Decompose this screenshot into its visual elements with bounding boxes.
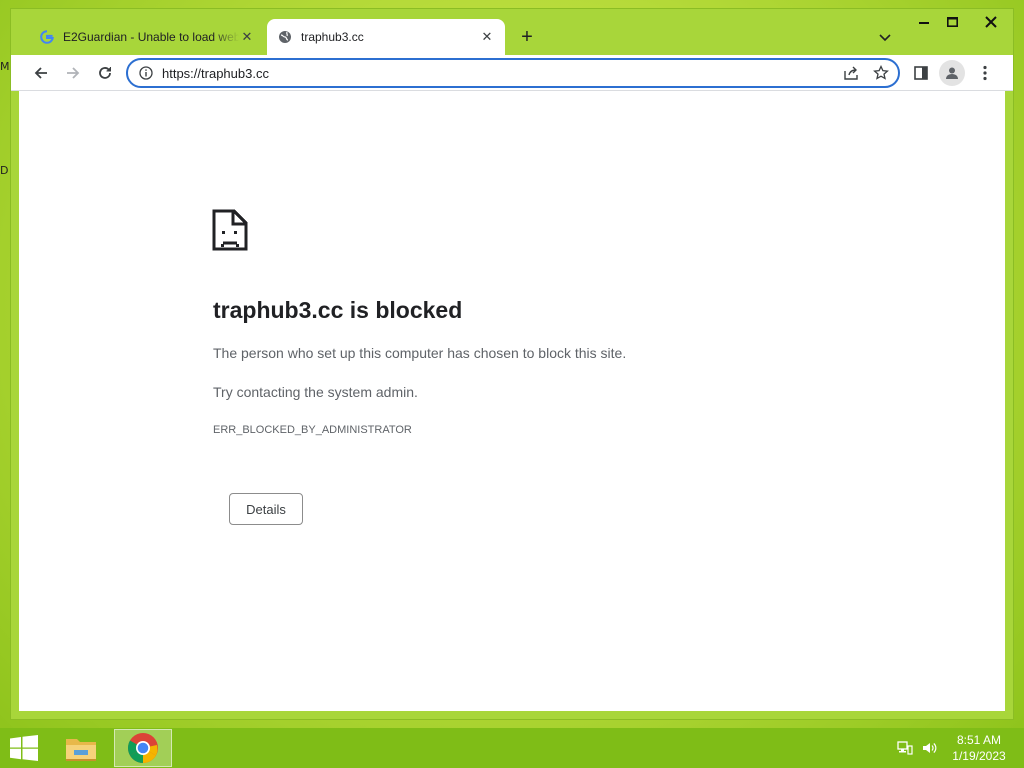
minimize-icon[interactable] (911, 13, 937, 31)
admin-suggestion: Try contacting the system admin. (213, 384, 418, 400)
page-title: traphub3.cc is blocked (213, 297, 463, 323)
file-explorer-icon[interactable] (52, 729, 110, 767)
desktop-icon-label-clip: M (0, 60, 10, 73)
tab-strip: E2Guardian - Unable to load web ✕ traphu… (11, 9, 1013, 55)
tab-title: traphub3.cc (301, 30, 364, 44)
kebab-menu-icon[interactable] (973, 61, 997, 85)
error-code: ERR_BLOCKED_BY_ADMINISTRATOR (213, 424, 412, 436)
clock-date: 1/19/2023 (952, 749, 1006, 763)
address-bar[interactable] (126, 58, 900, 88)
clock-time: 8:51 AM (956, 733, 1002, 747)
close-icon[interactable] (971, 13, 1011, 31)
reload-icon[interactable] (91, 59, 119, 87)
desktop-icon-label-clip: D (0, 164, 9, 177)
chevron-down-icon[interactable] (875, 29, 895, 47)
url-input[interactable] (162, 65, 838, 81)
plus-icon[interactable]: + (517, 26, 537, 48)
globe-icon (277, 29, 293, 45)
volume-icon[interactable] (920, 739, 938, 757)
google-g-icon (39, 29, 55, 45)
chrome-icon[interactable] (114, 729, 172, 767)
tab-traphub3[interactable]: traphub3.cc ✕ (267, 19, 505, 55)
tab-e2guardian[interactable]: E2Guardian - Unable to load web ✕ (29, 19, 265, 55)
browser-toolbar (11, 55, 1013, 91)
arrow-right-icon[interactable] (59, 59, 87, 87)
arrow-left-icon[interactable] (27, 59, 55, 87)
side-panel-icon[interactable] (909, 61, 933, 85)
sad-document-icon (212, 209, 248, 251)
network-icon[interactable] (896, 739, 914, 757)
tab-title: E2Guardian - Unable to load web (63, 30, 239, 44)
taskbar: 8:51 AM 1/19/2023 (0, 728, 1024, 768)
block-explanation: The person who set up this computer has … (213, 345, 627, 361)
system-clock[interactable]: 8:51 AM 1/19/2023 (944, 732, 1014, 764)
profile-icon[interactable] (939, 60, 965, 86)
info-icon[interactable] (138, 65, 154, 81)
star-icon[interactable] (868, 61, 894, 85)
page-content: traphub3.cc is blocked The person who se… (19, 91, 1005, 711)
close-icon[interactable]: ✕ (239, 29, 255, 45)
browser-window: E2Guardian - Unable to load web ✕ traphu… (10, 8, 1014, 720)
maximize-icon[interactable] (939, 13, 965, 31)
share-icon[interactable] (838, 61, 864, 85)
windows-logo-icon[interactable] (8, 734, 40, 762)
details-button[interactable]: Details (229, 493, 303, 525)
close-icon[interactable]: ✕ (479, 29, 495, 45)
